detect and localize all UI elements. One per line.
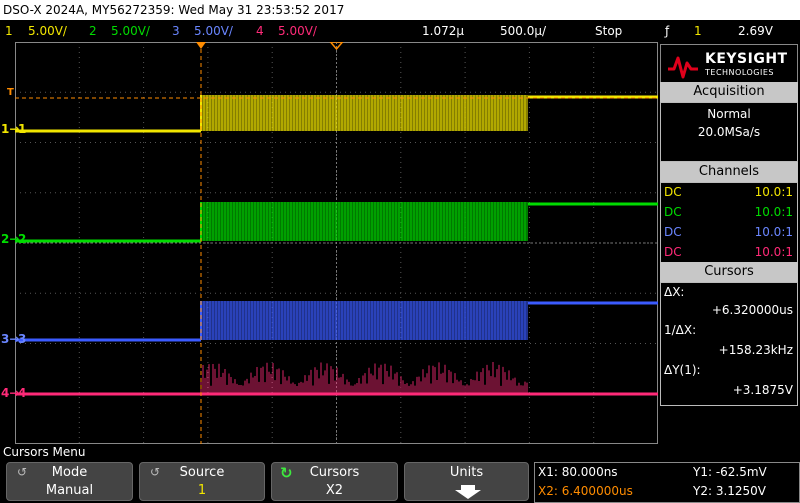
ch3-ground-marker[interactable]: 3→ [1, 332, 19, 346]
ch3-label: 3 [18, 332, 27, 346]
ch2-ground-marker[interactable]: 2→ [1, 232, 19, 246]
delta-x-value: +6.320000us [711, 303, 793, 317]
sample-rate: 20.0MSa/s [697, 125, 761, 139]
cursors-header[interactable]: Cursors [660, 262, 798, 282]
brand-logo: KEYSIGHT TECHNOLOGIES [660, 44, 798, 84]
timebase-scale[interactable]: 500.0µ/ [500, 24, 546, 38]
trigger-position-marker [196, 42, 206, 49]
time-reference[interactable]: 1.072µ [422, 24, 464, 38]
ch1-number[interactable]: 1 [5, 24, 13, 38]
submenu-arrow-icon [455, 485, 481, 499]
brand-name: KEYSIGHT [705, 51, 788, 67]
menu-title: Cursors Menu [3, 445, 86, 459]
mode-softkey[interactable]: ↺ Mode Manual [6, 462, 133, 501]
trigger-level[interactable]: 2.69V [738, 24, 773, 38]
ch1-scale[interactable]: 5.00V/ [28, 24, 67, 38]
ch4-probe: 10.0:1 [754, 245, 793, 259]
ch4-coupling: DC [664, 245, 682, 259]
ch3-scale[interactable]: 5.00V/ [194, 24, 233, 38]
ch2-scale[interactable]: 5.00V/ [111, 24, 150, 38]
channels-panel: DC 10.0:1 DC 10.0:1 DC 10.0:1 DC 10.0:1 [660, 182, 798, 264]
ch3-number[interactable]: 3 [172, 24, 180, 38]
brand-subtitle: TECHNOLOGIES [705, 68, 774, 77]
cursors-value: X2 [325, 483, 344, 498]
y2-readout: Y2: 3.1250V [693, 484, 767, 498]
ch1-probe: 10.0:1 [754, 185, 793, 199]
inverse-delta-x-value: +158.23kHz [718, 343, 793, 357]
ch2-probe: 10.0:1 [754, 205, 793, 219]
ch3-coupling: DC [664, 225, 682, 239]
ch2-number[interactable]: 2 [89, 24, 97, 38]
ch4-label: 4 [18, 386, 27, 400]
trigger-level-marker[interactable]: T [7, 87, 14, 98]
cursors-panel: ΔX: +6.320000us 1/ΔX: +158.23kHz ΔY(1): … [660, 282, 798, 406]
channels-header[interactable]: Channels [660, 162, 798, 182]
ch2-trace-burst [201, 202, 528, 241]
source-softkey[interactable]: ↺ Source 1 [139, 462, 265, 501]
units-softkey[interactable]: Units [404, 462, 529, 501]
ch3-trace-burst [201, 301, 528, 340]
right-panel: KEYSIGHT TECHNOLOGIES Acquisition Normal… [658, 42, 800, 444]
delta-y-label: ΔY(1): [664, 363, 701, 377]
cursor-readout: X1: 80.000ns X2: 6.400000us Y1: -62.5mV … [534, 462, 800, 503]
ch4-number[interactable]: 4 [256, 24, 264, 38]
run-state[interactable]: Stop [595, 24, 622, 38]
x2-readout: X2: 6.400000us [538, 484, 633, 498]
ch2-label: 2 [18, 232, 27, 246]
acquisition-mode: Normal [707, 107, 751, 121]
trigger-edge-icon: ƒ [665, 24, 670, 38]
ch2-coupling: DC [664, 205, 682, 219]
delta-y-value: +3.1875V [732, 383, 793, 397]
mode-value: Manual [45, 483, 94, 498]
acquisition-header[interactable]: Acquisition [660, 82, 798, 102]
ch3-probe: 10.0:1 [754, 225, 793, 239]
title-bar: DSO-X 2024A, MY56272359: Wed May 31 23:5… [0, 0, 800, 20]
cursors-softkey[interactable]: ↻ Cursors X2 [271, 462, 398, 501]
window-title: DSO-X 2024A, MY56272359: Wed May 31 23:5… [3, 3, 345, 17]
ch1-ground-marker[interactable]: 1→ [1, 122, 19, 136]
cursors-label: Cursors [309, 465, 360, 480]
trigger-channel[interactable]: 1 [694, 24, 702, 38]
ch4-scale[interactable]: 5.00V/ [278, 24, 317, 38]
ch1-coupling: DC [664, 185, 682, 199]
ch4-ground-marker[interactable]: 4→ [1, 386, 19, 400]
graticule [15, 42, 658, 444]
ch1-trace-burst [201, 95, 528, 131]
mode-label: Mode [51, 465, 88, 480]
delta-x-label: ΔX: [664, 285, 685, 299]
y1-readout: Y1: -62.5mV [693, 465, 767, 479]
acquisition-panel: Normal 20.0MSa/s [660, 102, 798, 162]
source-label: Source [179, 465, 225, 480]
keysight-wave-icon [668, 56, 698, 79]
ch1-label: 1 [18, 122, 27, 136]
inverse-delta-x-label: 1/ΔX: [664, 323, 697, 337]
x1-readout: X1: 80.000ns [538, 465, 618, 479]
status-bar: 1 5.00V/ 2 5.00V/ 3 5.00V/ 4 5.00V/ 1.07… [0, 20, 800, 42]
waveform-display[interactable] [15, 42, 658, 444]
source-value: 1 [197, 483, 207, 498]
units-label: Units [449, 465, 484, 480]
